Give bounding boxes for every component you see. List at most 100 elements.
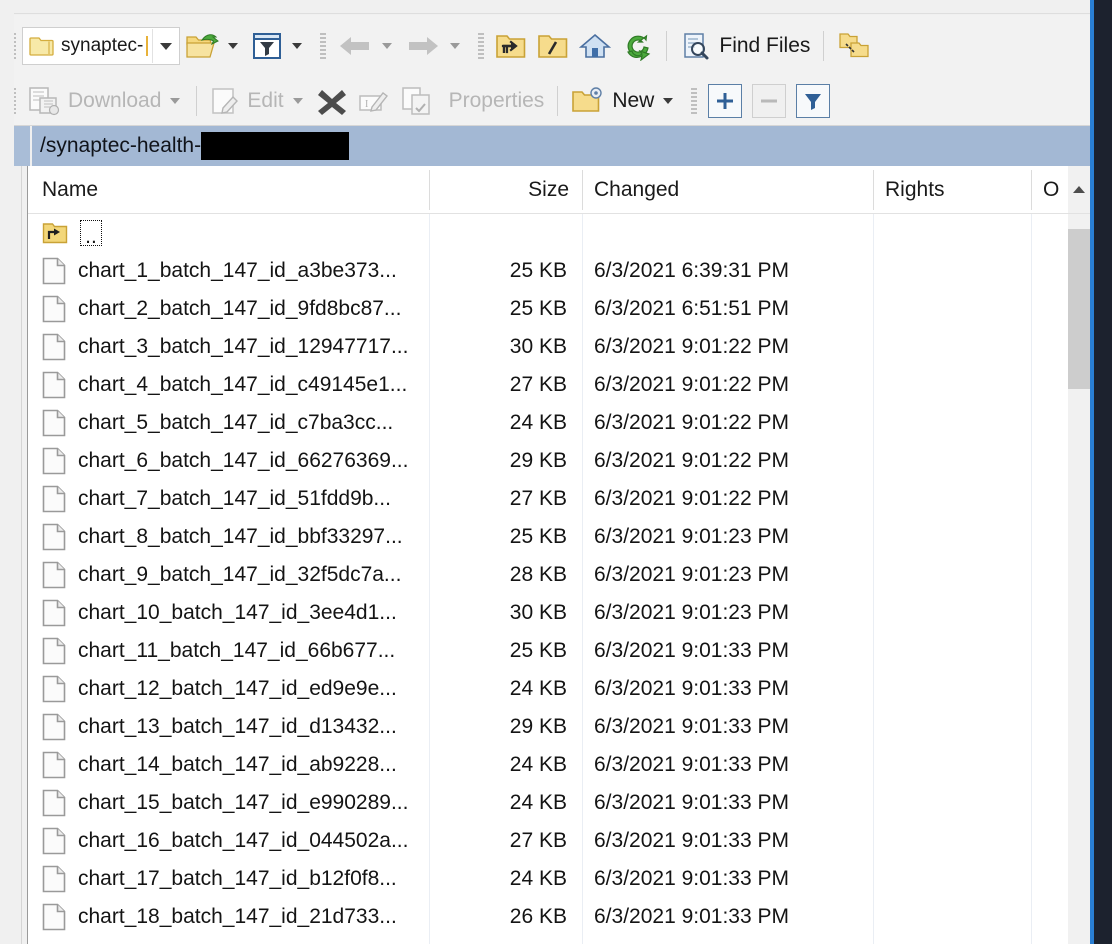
file-icon xyxy=(42,523,66,551)
filter-dropdown-icon[interactable] xyxy=(292,43,303,49)
file-changed-cell: 6/3/2021 9:01:22 PM xyxy=(594,404,872,442)
table-row[interactable]: chart_1_batch_147_id_a3be373... 25 KB 6/3/… xyxy=(28,252,1068,290)
back-button[interactable] xyxy=(332,26,400,66)
edit-dropdown-icon[interactable] xyxy=(292,98,303,104)
file-size-label: 24 KB xyxy=(509,867,567,890)
text-cursor xyxy=(146,36,149,56)
select-add-button[interactable] xyxy=(708,84,743,118)
file-changed-label: 6/3/2021 9:01:23 PM xyxy=(594,525,789,548)
file-changed-cell: 6/3/2021 6:39:31 PM xyxy=(594,252,872,290)
column-divider-changed-rights[interactable] xyxy=(873,170,874,210)
new-button[interactable]: New xyxy=(566,81,681,121)
folder-up-icon xyxy=(496,35,526,58)
table-row[interactable]: chart_13_batch_147_id_d13432... 29 KB 6/3/… xyxy=(28,708,1068,746)
file-changed-cell: 6/3/2021 9:01:22 PM xyxy=(594,480,872,518)
table-row[interactable]: chart_12_batch_147_id_ed9e9e... 24 KB 6/3/… xyxy=(28,670,1068,708)
file-owner-cell xyxy=(1043,594,1068,632)
filter-button[interactable] xyxy=(246,26,310,66)
rename-button[interactable]: I xyxy=(353,81,395,121)
table-row[interactable]: chart_2_batch_147_id_9fd8bc87... 25 KB 6/3… xyxy=(28,290,1068,328)
download-button[interactable]: Download xyxy=(22,81,188,121)
table-row[interactable]: chart_16_batch_147_id_044502a... 27 KB 6/3… xyxy=(28,822,1068,860)
root-directory-button[interactable] xyxy=(532,26,574,66)
toolbar-separator-find xyxy=(666,31,668,61)
open-directory-dropdown-icon[interactable] xyxy=(228,43,239,49)
refresh-button[interactable] xyxy=(616,26,658,66)
select-remove-button[interactable] xyxy=(752,84,787,118)
file-icon xyxy=(42,789,66,817)
new-dropdown-icon[interactable] xyxy=(663,98,674,104)
table-row[interactable]: chart_9_batch_147_id_32f5dc7a... 28 KB 6/3… xyxy=(28,556,1068,594)
table-row[interactable]: chart_18_batch_147_id_21d733... 26 KB 6/3/… xyxy=(28,898,1068,936)
file-list-vertical-scrollbar[interactable] xyxy=(1068,214,1090,944)
edit-button[interactable]: Edit xyxy=(205,81,310,121)
properties-button[interactable]: Properties xyxy=(437,81,550,121)
column-header-name[interactable]: Name xyxy=(42,166,429,213)
folder-link-icon xyxy=(839,33,870,58)
selection-filter-button[interactable] xyxy=(796,84,831,118)
toolbar-grip-selection[interactable] xyxy=(691,88,698,114)
new-link-button[interactable] xyxy=(832,26,876,66)
file-icon xyxy=(42,827,66,855)
delete-button[interactable] xyxy=(311,81,353,121)
file-icon xyxy=(42,713,66,741)
table-row[interactable]: chart_5_batch_147_id_c7ba3cc... 24 KB 6/3/… xyxy=(28,404,1068,442)
column-header-changed[interactable]: Changed xyxy=(594,166,872,213)
table-row[interactable]: chart_4_batch_147_id_c49145e1... 27 KB 6/3… xyxy=(28,366,1068,404)
home-directory-button[interactable] xyxy=(574,26,616,66)
toolbar-separator-edit xyxy=(196,86,198,116)
column-header-rights[interactable]: Rights xyxy=(885,166,1030,213)
folder-root-slash-icon xyxy=(538,35,568,58)
table-row[interactable]: chart_10_batch_147_id_3ee4d1... 30 KB 6/3/… xyxy=(28,594,1068,632)
table-row[interactable]: chart_17_batch_147_id_b12f0f8... 24 KB 6/3… xyxy=(28,860,1068,898)
file-size-label: 30 KB xyxy=(509,601,567,624)
file-name-cell: chart_5_batch_147_id_c7ba3cc... xyxy=(42,404,428,442)
file-changed-label: 6/3/2021 9:01:22 PM xyxy=(594,449,789,472)
file-size-cell: 24 KB xyxy=(429,784,567,822)
back-history-dropdown-icon[interactable] xyxy=(382,43,393,49)
file-owner-cell xyxy=(1043,442,1068,480)
table-row[interactable]: chart_15_batch_147_id_e990289... 24 KB 6/3… xyxy=(28,784,1068,822)
column-header-owner[interactable]: O xyxy=(1043,166,1068,213)
forward-button[interactable] xyxy=(400,26,468,66)
file-owner-cell xyxy=(1043,898,1068,936)
parent-directory-button[interactable] xyxy=(490,26,532,66)
remote-path-bar[interactable]: /synaptec-health- xyxy=(0,126,1090,166)
file-changed-label: 6/3/2021 6:51:51 PM xyxy=(594,297,789,320)
download-dropdown-icon[interactable] xyxy=(170,98,181,104)
scrollbar-thumb[interactable] xyxy=(1068,228,1090,390)
table-row[interactable]: chart_3_batch_147_id_12947717... 30 KB 6/3… xyxy=(28,328,1068,366)
forward-history-dropdown-icon[interactable] xyxy=(450,43,461,49)
table-row[interactable]: chart_6_batch_147_id_66276369... 29 KB 6/3… xyxy=(28,442,1068,480)
file-owner-cell xyxy=(1043,290,1068,328)
table-row[interactable]: chart_7_batch_147_id_51fdd9b... 27 KB 6/3/… xyxy=(28,480,1068,518)
table-row[interactable]: chart_14_batch_147_id_ab9228... 24 KB 6/3/… xyxy=(28,746,1068,784)
file-name-cell: chart_14_batch_147_id_ab9228... xyxy=(42,746,428,784)
remote-path-dropdown-button[interactable] xyxy=(152,29,179,63)
file-icon xyxy=(42,865,66,893)
file-changed-cell: 6/3/2021 9:01:23 PM xyxy=(594,518,872,556)
find-files-button[interactable]: Find Files xyxy=(675,26,815,66)
redaction-box xyxy=(201,132,350,160)
file-size-cell: 27 KB xyxy=(429,822,567,860)
duplicate-button[interactable] xyxy=(395,81,437,121)
open-directory-button[interactable] xyxy=(180,26,246,66)
file-rights-cell xyxy=(885,480,1030,518)
file-changed-cell: 6/3/2021 9:01:33 PM xyxy=(594,784,872,822)
column-divider-size-changed[interactable] xyxy=(582,170,583,210)
toolbar-grip-dirs[interactable] xyxy=(478,33,485,59)
remote-path-combobox[interactable]: synaptec- xyxy=(22,27,181,65)
scroll-up-button[interactable] xyxy=(1068,166,1090,213)
file-size-label: 26 KB xyxy=(509,905,567,928)
toolbar-separator-new xyxy=(557,86,559,116)
file-size-cell: 30 KB xyxy=(429,328,567,366)
table-row[interactable]: chart_11_batch_147_id_66b677... 25 KB 6/3/… xyxy=(28,632,1068,670)
toolbar-grip-navigation[interactable] xyxy=(320,33,327,59)
file-name-cell: chart_1_batch_147_id_a3be373... xyxy=(42,252,428,290)
column-divider-rights-owner[interactable] xyxy=(1031,170,1032,210)
table-row[interactable]: chart_8_batch_147_id_bbf33297... 25 KB 6/3… xyxy=(28,518,1068,556)
column-header-size[interactable]: Size xyxy=(429,166,569,213)
parent-directory-row[interactable]: .. xyxy=(28,214,1068,252)
file-changed-label: 6/3/2021 9:01:22 PM xyxy=(594,411,789,434)
file-size-cell: 25 KB xyxy=(429,632,567,670)
